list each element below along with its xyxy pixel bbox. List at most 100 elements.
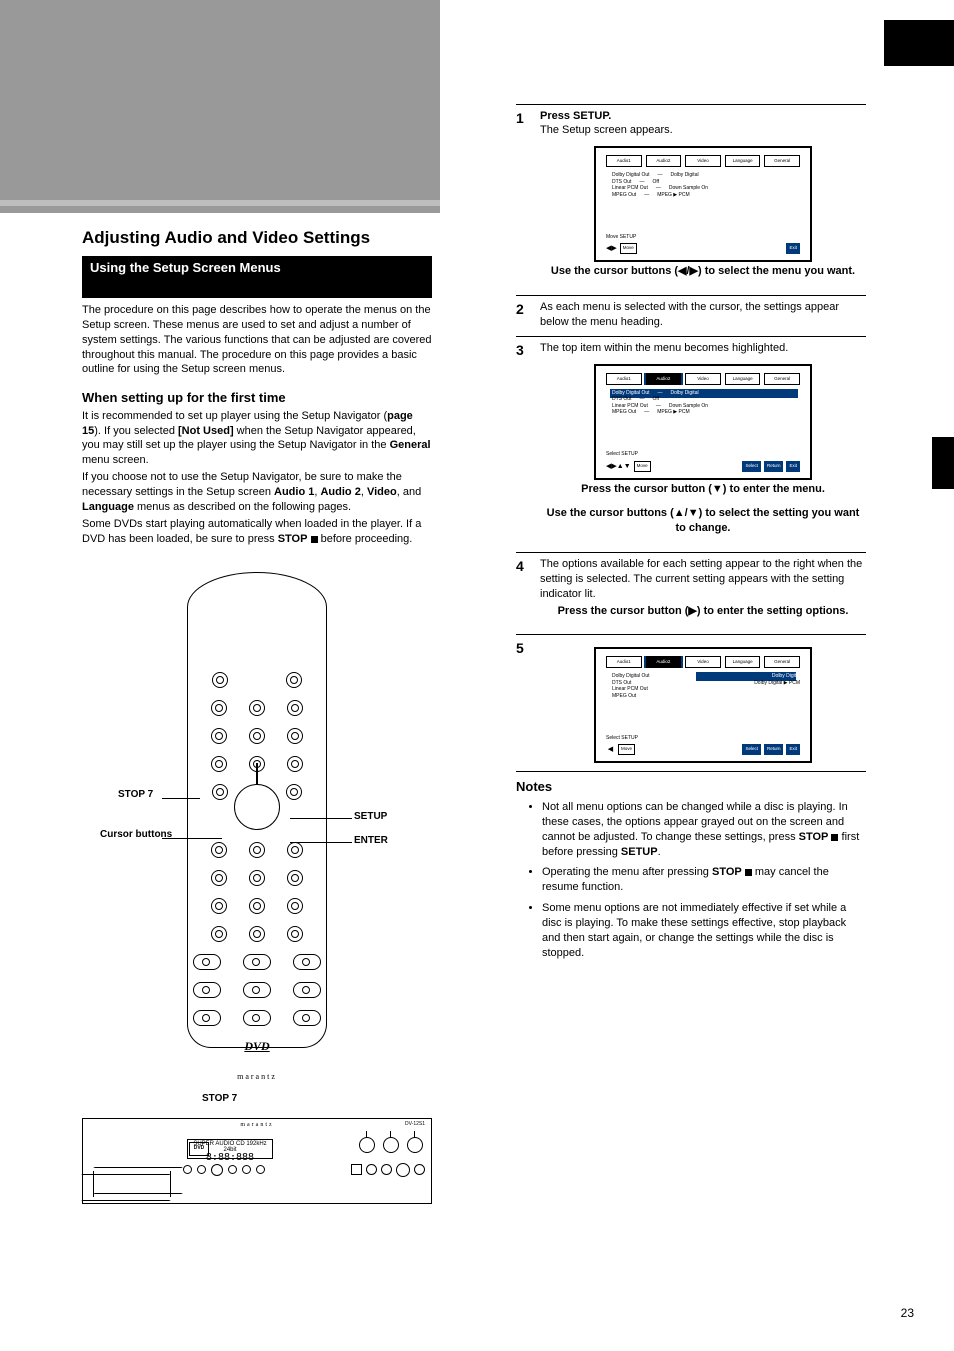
step-1: 1 Press SETUP. The Setup screen appears.… [516, 104, 866, 289]
when-p2post: menus as described on the following page… [134, 501, 351, 513]
osd5-tab-video: Video [685, 656, 721, 668]
osd3-tab-video: Video [685, 373, 721, 385]
edge-tab [932, 437, 954, 489]
osd5-move: Move [618, 744, 635, 755]
callout-line-setup [290, 818, 352, 819]
remote-button-grid: DVD marantz [188, 672, 326, 1083]
section-title: Adjusting Audio and Video Settings [82, 228, 414, 248]
osd-step3: Audio1 Audio2 Video Language General Dol… [594, 364, 812, 480]
menu-audio2: Audio 2 [320, 486, 360, 498]
osd1-tabs: Audio1 Audio2 Video Language General [606, 155, 800, 167]
remote-dvd-label: DVD [188, 1038, 326, 1054]
fp-display-digits: 8:88:888 [188, 1153, 272, 1163]
osd3-tabs: Audio1 Audio2 Video Language General [606, 373, 800, 385]
callout-line-enter [290, 842, 352, 843]
callout-label-cursor: Cursor buttons [100, 828, 172, 842]
page-number: 23 [901, 1305, 914, 1321]
osd3-move: Move [634, 461, 651, 472]
step-1-number: 1 [516, 109, 538, 128]
when-heading: When setting up for the first time [82, 389, 432, 407]
stop-icon [745, 869, 752, 876]
osd5-bottom: ◀ Move Select Return Exit [606, 744, 800, 755]
fp-rb-r2 [381, 1164, 392, 1175]
osd1-body: Dolby Digital Out — Dolby Digital DTS Ou… [612, 172, 800, 198]
osd3-tab-general: General [764, 373, 800, 385]
fp-display: SUPER AUDIO CD 192kHz 24bit 8:88:888 [187, 1139, 273, 1159]
menu-language: Language [82, 501, 134, 513]
fp-rb-sq [351, 1164, 362, 1175]
fp-rb-r3 [414, 1164, 425, 1175]
fp-right-buttons [351, 1163, 425, 1177]
osd5-select: Select [742, 744, 761, 755]
when-para-2: If you choose not to use the Setup Navig… [82, 470, 432, 515]
osd1-bottom: ◀▶ Move Exit [606, 243, 800, 254]
when-stop: STOP [278, 533, 308, 545]
callout-line-stop [162, 798, 200, 799]
fp-knob-2 [383, 1137, 399, 1153]
osd1-tab-audio1: Audio1 [606, 155, 642, 167]
remote-brand: marantz [188, 1072, 326, 1083]
step-1-lead: Press SETUP. [540, 109, 866, 123]
step-3-number: 3 [516, 341, 538, 360]
osd3-tab-language: Language [725, 373, 761, 385]
step-5: 5 Audio1 Audio2 Video Language General D… [516, 634, 866, 765]
fp-knob-1 [359, 1137, 375, 1153]
fp-rb-big [396, 1163, 410, 1177]
step-1-caption: Use the cursor buttons (◀/▶) to select t… [540, 264, 866, 279]
osd3-exit: Exit [786, 461, 800, 472]
gray-stripe [0, 200, 440, 206]
callout-label-enter: ENTER [354, 834, 388, 848]
subsection-title: Using the Setup Screen Menus [82, 256, 432, 298]
osd5-return: Return [764, 744, 784, 755]
fp-disc-tray [93, 1171, 171, 1197]
fp-rb-r1 [366, 1164, 377, 1175]
osd3-tab-audio2: Audio2 [646, 373, 682, 385]
step-3-sub: The top item within the menu becomes hig… [540, 341, 866, 356]
when-para-1: It is recommended to set up player using… [82, 409, 432, 468]
osd3-bottom: ◀▶▲▼ Move Select Return Exit [606, 461, 800, 472]
step-2-caption: Press the cursor button (▼) to enter the… [540, 482, 866, 497]
step-3: 3 The top item within the menu becomes h… [516, 336, 866, 546]
osd5-tab-audio1: Audio1 [606, 656, 642, 668]
remote-wrap: DVD marantz STOP 7 Cursor buttons SETUP … [162, 628, 352, 1088]
osd5-tab-general: General [764, 656, 800, 668]
intro-paragraph: The procedure on this page describes how… [82, 303, 432, 377]
osd3-body: Dolby Digital Out — Dolby Digital DTS Ou… [612, 390, 800, 416]
when-t1: It is recommended to set up player using… [82, 410, 387, 422]
osd1-move: Move [620, 243, 637, 254]
osd1-tab-general: General [764, 155, 800, 167]
osd5-body: Dolby Digital OutDolby Digital DTS OutDo… [612, 673, 800, 699]
osd5-tab-language: Language [725, 656, 761, 668]
osd-step5: Audio1 Audio2 Video Language General Dol… [594, 647, 812, 763]
step-1-sub: The Setup screen appears. [540, 123, 866, 138]
fp-model: DV-12S1 [405, 1121, 425, 1128]
osd3-hint: Select SETUP [606, 451, 638, 458]
step-4: 4 The options available for each setting… [516, 552, 866, 628]
step-4-caption: Press the cursor button (▶) to enter the… [540, 604, 866, 619]
step-5-number: 5 [516, 639, 538, 658]
notes-list: Not all menu options can be changed whil… [542, 800, 866, 960]
when-not-used: [Not Used] [178, 425, 234, 437]
osd-step1: Audio1 Audio2 Video Language General Dol… [594, 146, 812, 262]
step-4-number: 4 [516, 557, 538, 576]
osd3-tab-audio1: Audio1 [606, 373, 642, 385]
menu-video: Video [367, 486, 397, 498]
when-general: General [390, 439, 431, 451]
osd1-tab-video: Video [685, 155, 721, 167]
osd5-hint: Select SETUP [606, 735, 638, 742]
step-2: 2 As each menu is selected with the curs… [516, 295, 866, 330]
callout-label-stop: STOP 7 [118, 788, 153, 802]
osd1-tab-language: Language [725, 155, 761, 167]
osd5-exit: Exit [786, 744, 800, 755]
when-t2: ). If you selected [94, 425, 178, 437]
left-column: The procedure on this page describes how… [82, 303, 432, 548]
osd5-sym-l: ◀ [606, 745, 615, 754]
note-3: Some menu options are not immediately ef… [542, 901, 866, 960]
stop-icon [311, 536, 318, 543]
page: Adjusting Audio and Video Settings Using… [0, 0, 954, 1351]
step-2-number: 2 [516, 300, 538, 319]
step-2-sub: As each menu is selected with the cursor… [540, 300, 866, 330]
osd5-tabs: Audio1 Audio2 Video Language General [606, 656, 800, 668]
notes-heading: Notes [516, 778, 866, 796]
remote-cursor-ring [234, 784, 280, 830]
